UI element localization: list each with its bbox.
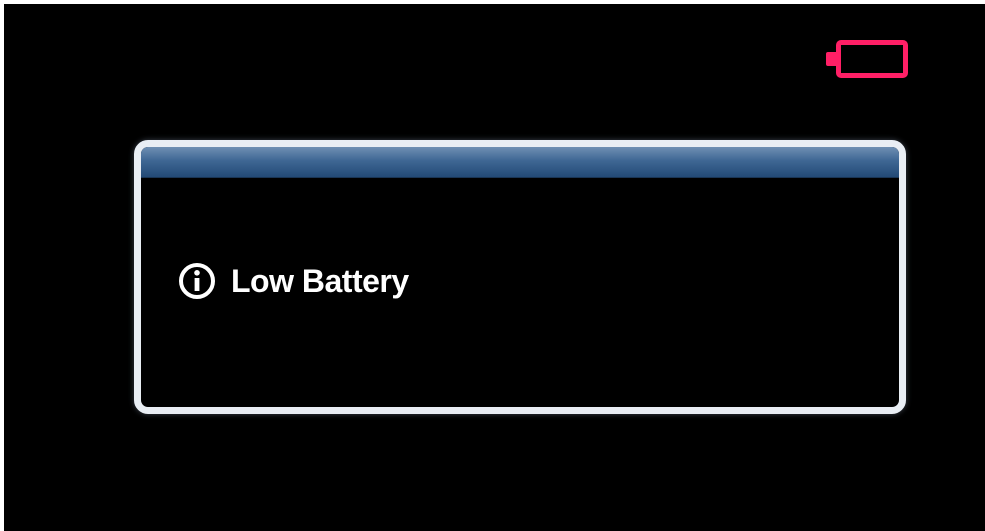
dialog-message: Low Battery bbox=[231, 263, 409, 299]
battery-indicator bbox=[822, 40, 914, 84]
device-screen: Low Battery bbox=[4, 4, 985, 531]
battery-empty-icon bbox=[836, 40, 908, 78]
dialog-header bbox=[141, 147, 899, 178]
message-row: Low Battery bbox=[177, 261, 409, 301]
low-battery-dialog: Low Battery bbox=[134, 140, 906, 414]
info-icon bbox=[179, 263, 215, 299]
battery-tip bbox=[826, 52, 836, 66]
dialog-body: Low Battery bbox=[141, 177, 899, 407]
